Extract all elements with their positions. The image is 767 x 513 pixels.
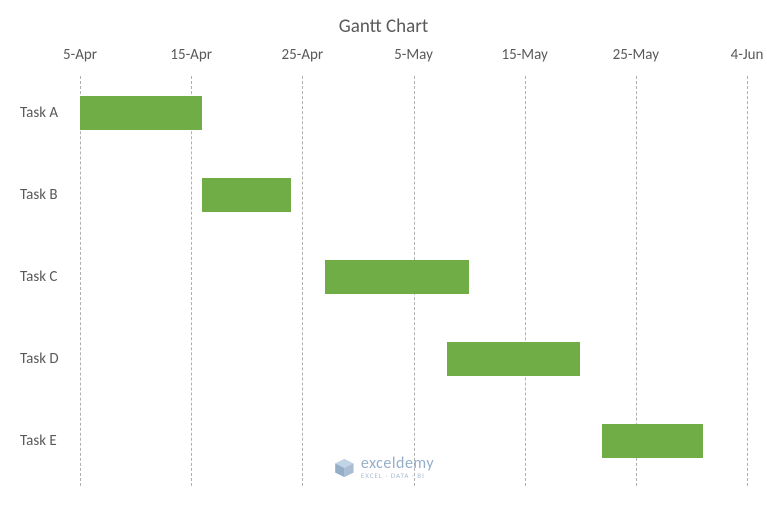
gridline (302, 76, 303, 486)
gantt-chart: Gantt Chart 5-Apr 15-Apr 25-Apr 5-May 15-May… (0, 0, 767, 513)
gridline (747, 76, 748, 486)
grid-area: Task ATask BTask CTask DTask E (80, 76, 747, 486)
gridline (80, 76, 81, 486)
gantt-bar (325, 260, 470, 294)
x-axis-tick: 25-May (613, 46, 659, 64)
gridline (191, 76, 192, 486)
chart-title: Gantt Chart (20, 15, 747, 38)
y-axis-label: Task B (20, 186, 75, 204)
gridline (525, 76, 526, 486)
x-axis-tick: 15-May (501, 46, 547, 64)
gantt-bar (602, 424, 702, 458)
watermark-tagline: EXCEL · DATA · BI (361, 472, 434, 479)
watermark-brand: exceldemy (361, 456, 434, 472)
x-axis: 5-Apr15-Apr25-Apr5-May15-May25-May4-Jun (80, 46, 747, 76)
y-axis-label: Task A (20, 104, 75, 122)
y-axis-label: Task D (20, 350, 75, 368)
gantt-bar (447, 342, 580, 376)
plot-area: 5-Apr15-Apr25-Apr5-May15-May25-May4-Jun … (20, 46, 747, 486)
x-axis-tick: 5-May (394, 46, 433, 64)
gantt-bar (202, 178, 291, 212)
y-axis-label: Task E (20, 432, 75, 450)
y-axis-label: Task C (20, 268, 75, 286)
x-axis-tick: 4-Jun (731, 46, 764, 64)
x-axis-tick: 25-Apr (282, 46, 324, 64)
cube-icon (333, 457, 355, 479)
gantt-bar (80, 96, 202, 130)
x-axis-tick: 5-Apr (63, 46, 97, 64)
x-axis-tick: 15-Apr (170, 46, 212, 64)
watermark: exceldemy EXCEL · DATA · BI (333, 456, 434, 479)
